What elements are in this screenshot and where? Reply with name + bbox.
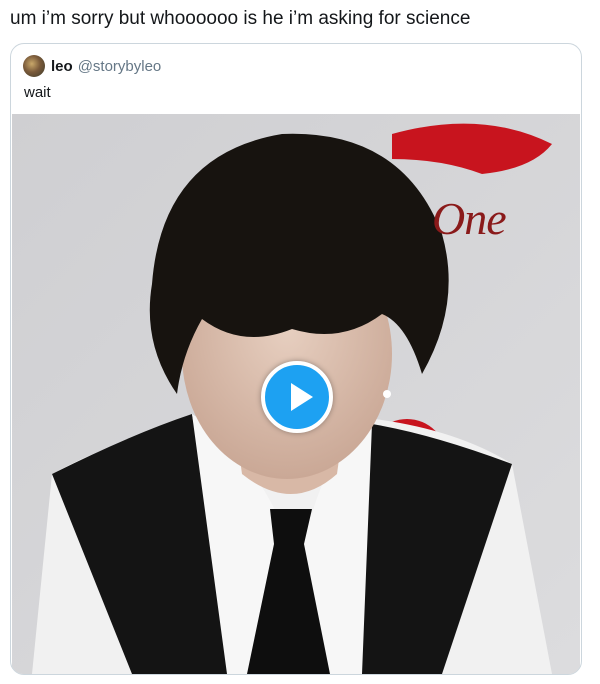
- quoted-tweet-card[interactable]: leo @storybyleo wait One: [10, 43, 582, 675]
- avatar[interactable]: [23, 55, 45, 77]
- tweet-text: um i’m sorry but whoooooo is he i’m aski…: [10, 8, 471, 29]
- quoted-tweet-text: wait: [24, 84, 51, 101]
- earring: [383, 390, 391, 398]
- quoted-author-name[interactable]: leo: [51, 58, 73, 75]
- play-icon: [291, 383, 313, 411]
- backdrop-brand-text: One: [432, 193, 507, 244]
- quoted-tweet-header: leo @storybyleo: [23, 54, 161, 78]
- video-thumbnail[interactable]: One: [12, 114, 580, 674]
- quoted-author-handle[interactable]: @storybyleo: [78, 58, 162, 75]
- play-button[interactable]: [261, 361, 333, 433]
